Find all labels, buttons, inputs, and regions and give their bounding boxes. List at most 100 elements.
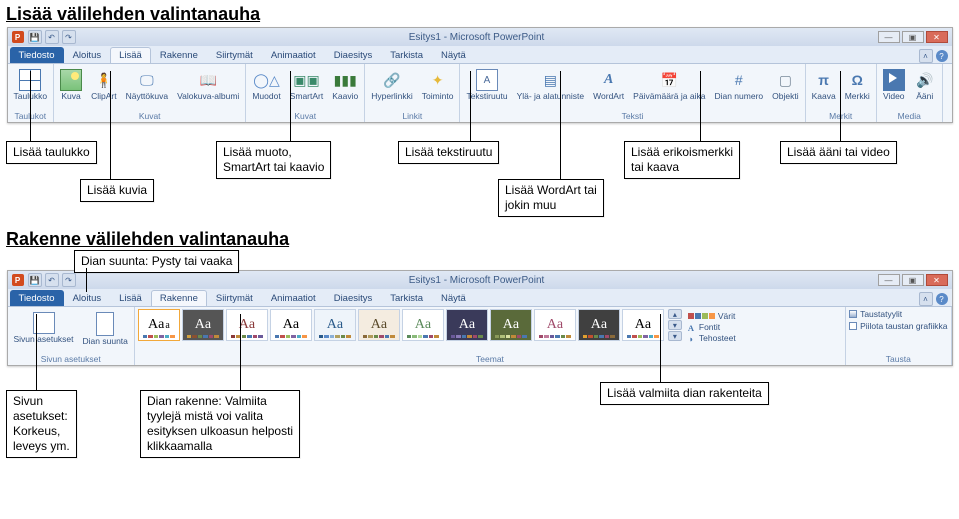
insert-clipart-button[interactable]: 🧍 ClipArt (88, 66, 120, 104)
ribbon-minimize-icon[interactable]: ˄ (919, 292, 933, 306)
theme-swatch[interactable]: Aa (402, 309, 444, 341)
undo-icon[interactable]: ↶ (45, 273, 59, 287)
theme-sample-text: Aa (459, 317, 475, 333)
redo-icon[interactable]: ↷ (62, 273, 76, 287)
theme-fonts-button[interactable]: A Fontit (688, 322, 736, 332)
group-themes: Aaa Aa Aa Aa Aa Aa Aa Aa Aa Aa Aa Aa ▴ ▾… (135, 307, 846, 365)
ribbon-minimize-icon[interactable]: ˄ (919, 49, 933, 63)
save-icon[interactable]: 💾 (28, 30, 42, 44)
insert-action-label: Toiminto (422, 92, 454, 101)
tab-transitions[interactable]: Siirtymät (207, 47, 262, 63)
tab-design[interactable]: Rakenne (151, 47, 207, 63)
insert-wordart-button[interactable]: A WordArt (590, 66, 627, 104)
insert-picture-label: Kuva (61, 92, 80, 101)
insert-datetime-button[interactable]: 📅 Päivämäärä ja aika (630, 66, 708, 104)
theme-swatch[interactable]: Aa (446, 309, 488, 341)
insert-picture-button[interactable]: Kuva (57, 66, 85, 104)
titlebar: P 💾 ↶ ↷ Esitys1 - Microsoft PowerPoint —… (8, 28, 952, 46)
insert-action-button[interactable]: ✦ Toiminto (419, 66, 457, 104)
insert-video-button[interactable]: Video (880, 66, 908, 104)
tab-view[interactable]: Näytä (432, 290, 475, 306)
insert-photoalbum-button[interactable]: 📖 Valokuva-albumi (174, 66, 242, 104)
tab-review[interactable]: Tarkista (381, 290, 432, 306)
group-text-label: Teksti (463, 110, 801, 122)
ribbon-groups-design: Sivun asetukset Dian suunta Sivun asetuk… (8, 307, 952, 365)
insert-slidenumber-button[interactable]: # Dian numero (711, 66, 766, 104)
theme-swatch[interactable]: Aa (182, 309, 224, 341)
tab-review[interactable]: Tarkista (381, 47, 432, 63)
insert-slidenumber-label: Dian numero (714, 92, 763, 101)
tab-insert[interactable]: Lisää (110, 290, 151, 306)
group-links: 🔗 Hyperlinkki ✦ Toiminto Linkit (365, 64, 460, 122)
insert-symbol-button[interactable]: Ω Merkki (842, 66, 873, 104)
tab-insert[interactable]: Lisää (110, 47, 151, 63)
insert-hyperlink-button[interactable]: 🔗 Hyperlinkki (368, 66, 416, 104)
tab-file[interactable]: Tiedosto (10, 47, 64, 63)
redo-icon[interactable]: ↷ (62, 30, 76, 44)
insert-headerfooter-button[interactable]: ▤ Ylä- ja alatunniste (514, 66, 588, 104)
tab-home[interactable]: Aloitus (64, 47, 111, 63)
tab-home[interactable]: Aloitus (64, 290, 111, 306)
minimize-button[interactable]: — (878, 31, 900, 43)
insert-shapes-label: Muodot (252, 92, 280, 101)
slide-orientation-button[interactable]: Dian suunta (80, 309, 131, 349)
hide-background-graphics-checkbox[interactable]: Piilota taustan grafiikka (849, 321, 947, 331)
maximize-button[interactable]: ▣ (902, 274, 924, 286)
theme-sample-text: Aa (371, 317, 387, 333)
theme-scroll-up[interactable]: ▴ (668, 309, 682, 319)
theme-swatch[interactable]: Aa (622, 309, 664, 341)
insert-object-button[interactable]: ▢ Objekti (769, 66, 801, 104)
tab-transitions[interactable]: Siirtymät (207, 290, 262, 306)
theme-fonts-label: Fontit (699, 322, 720, 332)
insert-equation-button[interactable]: π Kaava (809, 66, 839, 104)
save-icon[interactable]: 💾 (28, 273, 42, 287)
insert-textbox-label: Tekstiruutu (466, 92, 507, 101)
tab-animations[interactable]: Animaatiot (262, 290, 325, 306)
insert-object-label: Objekti (772, 92, 798, 101)
theme-swatch[interactable]: Aa (226, 309, 268, 341)
theme-more-button[interactable]: ▾ (668, 331, 682, 341)
insert-audio-button[interactable]: 🔊 Ääni (911, 66, 939, 104)
tab-file[interactable]: Tiedosto (10, 290, 64, 306)
tab-animations[interactable]: Animaatiot (262, 47, 325, 63)
theme-swatch[interactable]: Aa (490, 309, 532, 341)
help-icon[interactable]: ? (936, 50, 948, 62)
titlebar2: P 💾 ↶ ↷ Esitys1 - Microsoft PowerPoint —… (8, 271, 952, 289)
insert-chart-button[interactable]: ▮▮▮ Kaavio (329, 66, 361, 104)
theme-swatch[interactable]: Aa (314, 309, 356, 341)
theme-effects-button[interactable]: ◑ Tehosteet (688, 333, 736, 343)
insert-shapes-button[interactable]: ◯△ Muodot (249, 66, 283, 104)
undo-icon[interactable]: ↶ (45, 30, 59, 44)
tab-design[interactable]: Rakenne (151, 290, 207, 306)
theme-swatch[interactable]: Aa (358, 309, 400, 341)
theme-scroll-down[interactable]: ▾ (668, 320, 682, 330)
theme-swatch[interactable]: Aa (534, 309, 576, 341)
close-button[interactable]: ✕ (926, 31, 948, 43)
insert-smartart-button[interactable]: ▣▣ SmartArt (287, 66, 327, 104)
callout-wordart: Lisää WordArt tai jokin muu (498, 179, 604, 217)
window-controls: — ▣ ✕ (878, 31, 948, 43)
theme-swatch-current[interactable]: Aaa (138, 309, 180, 341)
close-button[interactable]: ✕ (926, 274, 948, 286)
tab-slideshow[interactable]: Diaesitys (325, 290, 382, 306)
background-styles-button[interactable]: Taustatyylit (849, 309, 902, 319)
insert-photoalbum-label: Valokuva-albumi (177, 92, 239, 101)
tab-view[interactable]: Näytä (432, 47, 475, 63)
callout-shapes: Lisää muoto, SmartArt tai kaavio (216, 141, 331, 179)
page-setup-label: Sivun asetukset (14, 335, 74, 344)
tab-slideshow[interactable]: Diaesitys (325, 47, 382, 63)
help-icon[interactable]: ? (936, 293, 948, 305)
group-symbols: π Kaava Ω Merkki Merkit (806, 64, 877, 122)
theme-swatch[interactable]: Aa (578, 309, 620, 341)
insert-chart-label: Kaavio (332, 92, 358, 101)
page-setup-button[interactable]: Sivun asetukset (11, 309, 77, 347)
maximize-button[interactable]: ▣ (902, 31, 924, 43)
callouts-insert: Lisää taulukko Lisää kuvia Lisää muoto, … (0, 129, 959, 225)
insert-screenshot-button[interactable]: 🖵 Näyttökuva (123, 66, 172, 104)
theme-colors-button[interactable]: Värit (688, 311, 736, 321)
insert-hyperlink-label: Hyperlinkki (371, 92, 413, 101)
group-images: Kuva 🧍 ClipArt 🖵 Näyttökuva 📖 Valokuva-a… (54, 64, 246, 122)
theme-swatch[interactable]: Aa (270, 309, 312, 341)
minimize-button[interactable]: — (878, 274, 900, 286)
callout-images: Lisää kuvia (80, 179, 154, 202)
